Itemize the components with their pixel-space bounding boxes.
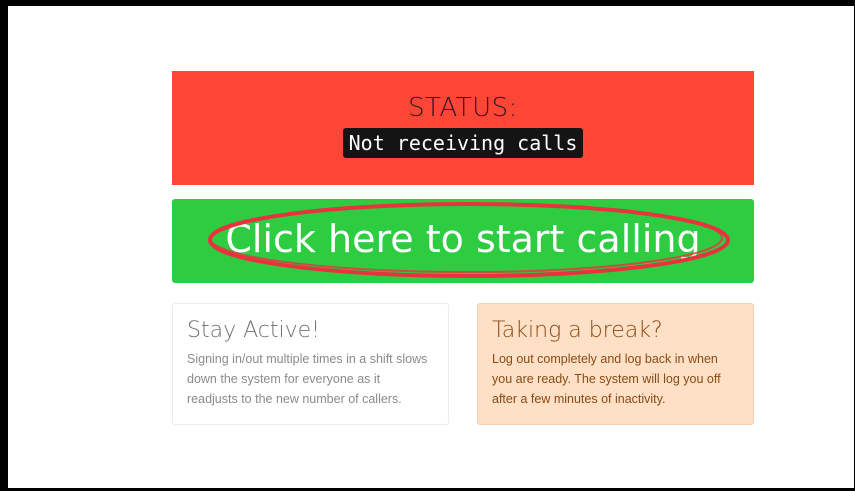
taking-break-title: Taking a break? [492,318,663,343]
start-calling-button[interactable]: Click here to start calling [172,199,754,283]
status-value: Not receiving calls [342,128,584,158]
stay-active-card: Stay Active! Signing in/out multiple tim… [172,303,449,425]
stay-active-title: Stay Active! [187,318,320,343]
taking-break-card: Taking a break? Log out completely and l… [477,303,754,425]
stay-active-text: Signing in/out multiple times in a shift… [187,352,428,406]
taking-break-text: Log out completely and log back in when … [492,352,721,406]
status-panel: STATUS: Not receiving calls [172,71,754,185]
status-heading: STATUS: [408,93,518,123]
start-calling-label: Click here to start calling [225,217,701,261]
